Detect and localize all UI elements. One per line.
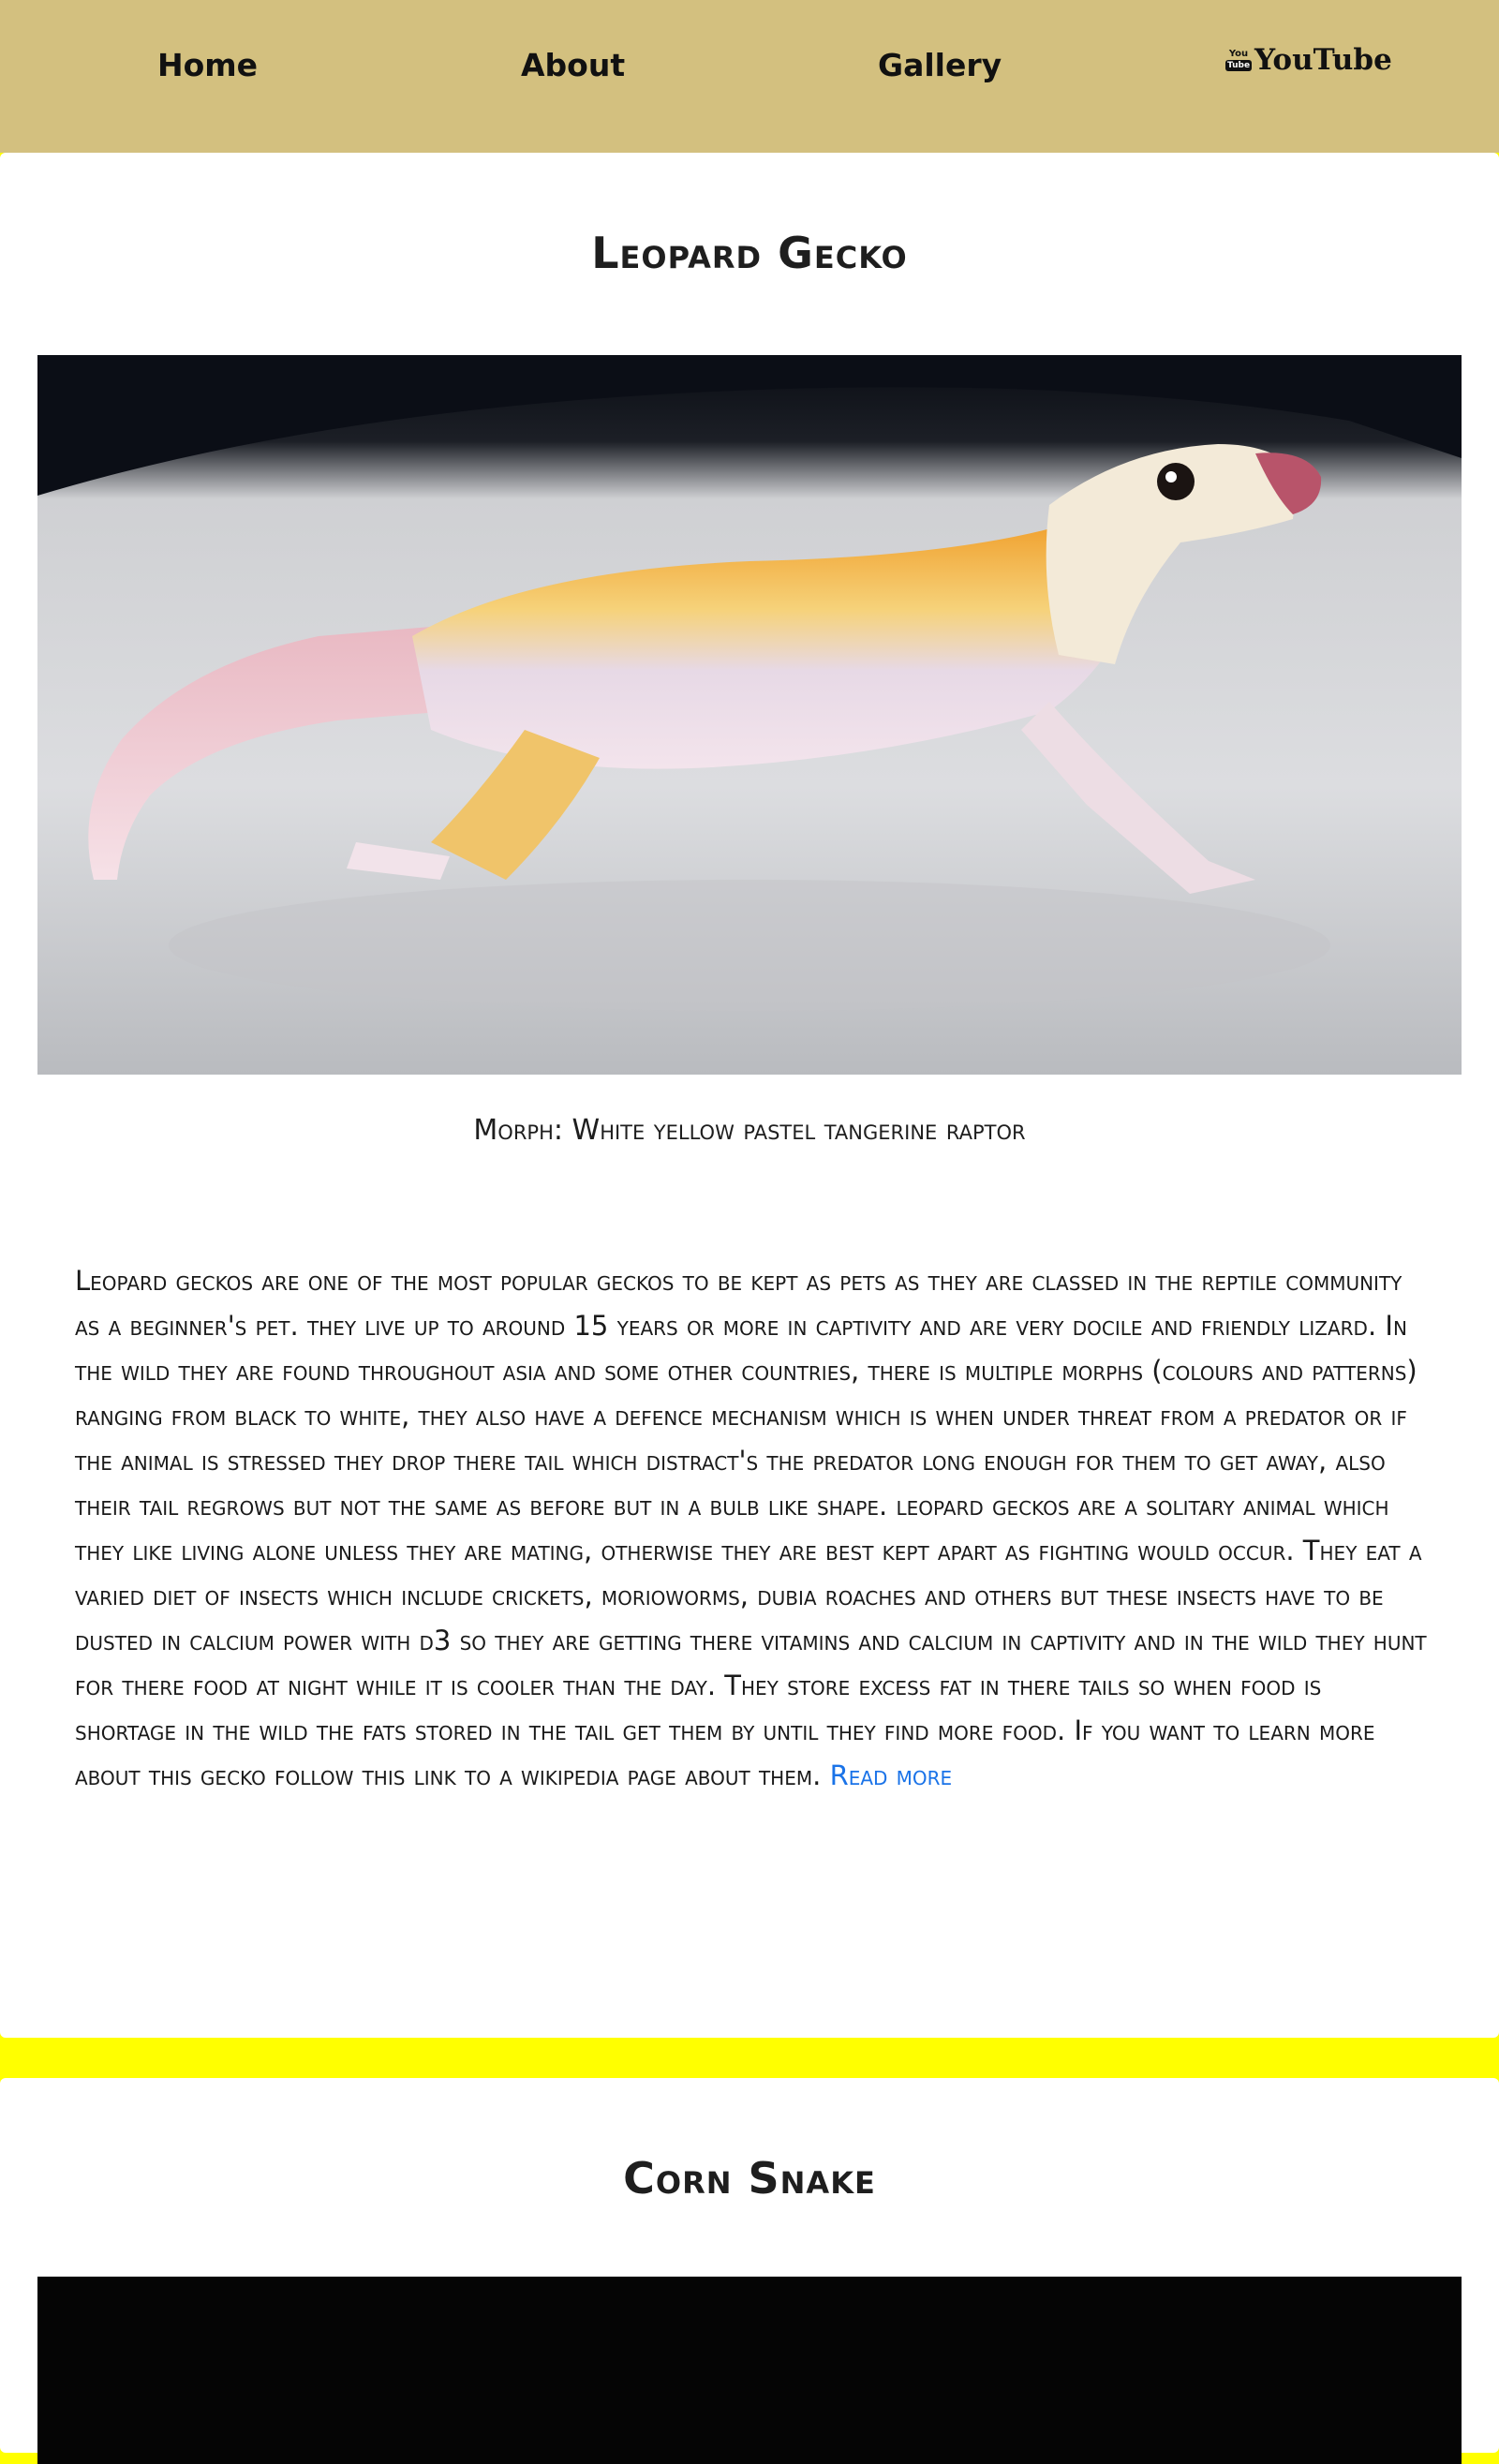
corn-snake-photo <box>37 2277 1462 2464</box>
navbar: Home About Gallery You Tube YouTube <box>0 0 1499 153</box>
nav-about-link[interactable]: About <box>521 47 625 83</box>
image-caption: Morph: White yellow pastel tangerine rap… <box>473 1114 1026 1147</box>
youtube-icon: You Tube <box>1224 45 1253 75</box>
nav-home-link[interactable]: Home <box>157 47 258 83</box>
leopard-gecko-photo <box>37 355 1462 1075</box>
section-description: Leopard geckos are one of the most popul… <box>75 1258 1430 1798</box>
nav-youtube-link[interactable]: You Tube YouTube <box>1224 43 1392 77</box>
leopard-gecko-card: Leopard Gecko Morph: White yellow pastel… <box>0 153 1499 2038</box>
section-title: Leopard Gecko <box>591 228 908 278</box>
nav-gallery-link[interactable]: Gallery <box>878 47 1002 83</box>
description-text: Leopard geckos are one of the most popul… <box>75 1265 1427 1791</box>
youtube-icon-you: You <box>1228 49 1249 59</box>
section-title: Corn Snake <box>623 2153 876 2204</box>
read-more-link[interactable]: Read more <box>830 1759 953 1791</box>
corn-snake-card: Corn Snake <box>0 2078 1499 2464</box>
youtube-label: YouTube <box>1254 43 1392 77</box>
youtube-icon-tube: Tube <box>1224 60 1253 71</box>
